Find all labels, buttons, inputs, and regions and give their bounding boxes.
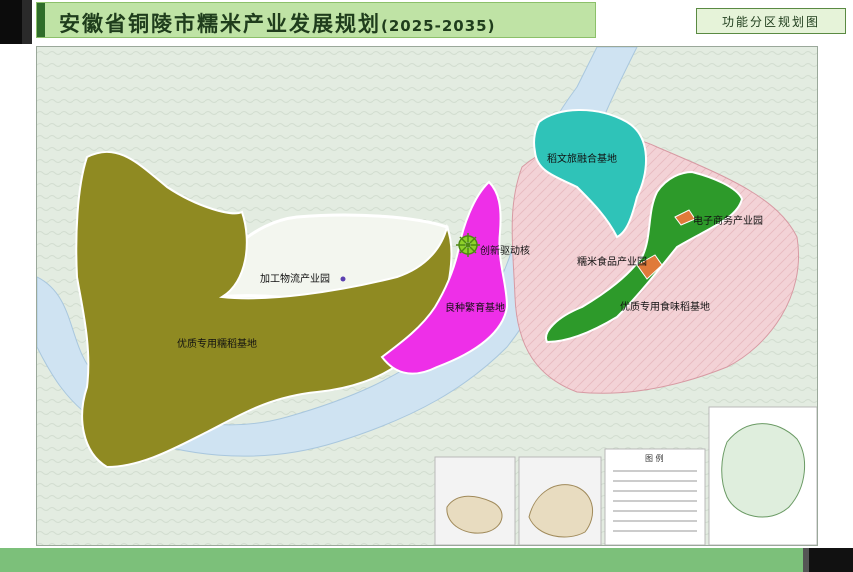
label-food-industry-park: 糯米食品产业园 — [577, 255, 647, 268]
title-accent — [37, 3, 45, 37]
label-ecommerce-park: 电子商务产业园 — [693, 214, 763, 227]
title-main: 安徽省铜陵市糯米产业发展规划 — [59, 12, 381, 36]
label-glutinous-rice-base: 优质专用糯稻基地 — [177, 337, 257, 350]
footer-corner-dark — [809, 548, 853, 572]
label-processing-park: 加工物流产业园 — [260, 272, 330, 285]
header-bar: 安徽省铜陵市糯米产业发展规划(2025-2035) 功能分区规划图 — [0, 0, 853, 44]
label-eating-rice-base: 优质专用食味稻基地 — [620, 300, 710, 313]
processing-park-marker — [340, 276, 346, 282]
footer-bar — [0, 548, 853, 572]
label-seed-breeding-base: 良种繁育基地 — [445, 301, 505, 314]
right-margin — [818, 46, 853, 546]
legend-title: 图 例 — [645, 453, 664, 463]
map-frame[interactable]: 优质专用糯稻基地 加工物流产业园 良种繁育基地 创新驱动核 稻文旅融合基地 电子… — [36, 46, 818, 546]
map-canvas[interactable]: 优质专用糯稻基地 加工物流产业园 良种繁育基地 创新驱动核 稻文旅融合基地 电子… — [37, 47, 818, 546]
label-innovation-core: 创新驱动核 — [480, 244, 530, 257]
overview-map-shape — [721, 423, 806, 518]
title-panel: 安徽省铜陵市糯米产业发展规划(2025-2035) — [36, 2, 596, 38]
title-years: (2025-2035) — [381, 17, 496, 35]
subtitle-panel: 功能分区规划图 — [696, 8, 846, 34]
header-corner-dark — [0, 0, 22, 44]
header-corner-dark-2 — [22, 0, 32, 44]
map-subtitle: 功能分区规划图 — [721, 15, 820, 29]
page-title: 安徽省铜陵市糯米产业发展规划(2025-2035) — [59, 8, 495, 38]
label-rice-culture-tourism: 稻文旅融合基地 — [547, 152, 617, 165]
